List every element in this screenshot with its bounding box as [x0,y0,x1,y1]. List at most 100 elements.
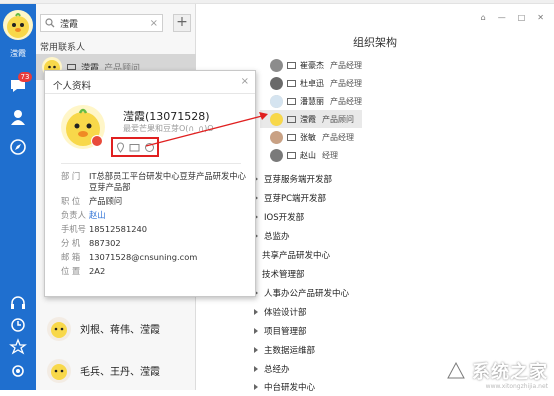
dept-label: 项目管理部 [264,327,307,337]
info-row-manager: 负责人 赵山 [61,210,251,221]
dept-item[interactable]: 总经办 [254,360,290,378]
profile-info: 部 门 IT总部员工平台研发中心豆芽产品研发中心豆芽产品部 职 位产品顾问 负责人… [61,171,251,280]
contacts-icon[interactable] [9,108,27,126]
add-button[interactable]: + [173,14,191,32]
section-frequent-contacts: 常用联系人 [40,43,86,53]
watermark-logo-icon [447,361,465,379]
dept-item[interactable]: 技术管理部 [262,265,305,283]
list-item[interactable]: 毛兵、王丹、滢霞 [36,352,196,388]
avatar [270,148,283,162]
person-role: 产品经理 [322,132,354,142]
info-key: 负责人 [61,210,86,220]
person-role: 产品经理 [330,78,362,88]
dept-item[interactable]: 项目管理部 [254,322,307,340]
person-name: 滢霞 [300,114,316,124]
computer-icon [287,151,296,159]
info-key: 手机号 [61,224,86,234]
avatar [270,130,283,144]
star-icon[interactable] [9,338,27,356]
dept-item[interactable]: 共享产品研发中心 [262,246,330,264]
computer-icon [287,133,296,141]
dept-item[interactable]: 体验设计部 [254,303,307,321]
user-avatar[interactable] [3,10,33,40]
profile-name: 滢霞(13071528) [123,110,210,123]
chat-unread-badge: 73 [18,72,32,82]
info-row-phone: 手机号 18512581240 [61,224,251,235]
settings-icon[interactable] [9,362,27,380]
dept-label: 人事办公产品研发中心 [264,289,350,299]
message-icon[interactable] [144,142,155,153]
person-name: 崔豪杰 [300,60,324,70]
dept-label: 中台研发中心 [264,383,316,393]
dept-label: 技术管理部 [262,270,305,280]
computer-icon [287,61,296,69]
dept-label: IOS开发部 [264,213,305,223]
group-avatar-icon [47,359,71,383]
dept-item[interactable]: 总监办 [254,227,290,245]
person-role: 产品经理 [330,96,362,106]
dept-label: 体验设计部 [264,308,307,318]
window-controls: ⌂ — □ ✕ [481,13,544,22]
maximize-icon[interactable]: □ [518,13,526,22]
org-title: 组织架构 [353,36,397,49]
org-person-row-selected[interactable]: 滢霞 产品顾问 [260,110,362,128]
discover-icon[interactable] [9,138,27,156]
group-label: 毛兵、王丹、滢霞 [80,366,160,378]
dept-item[interactable]: 中台研发中心 [254,378,315,396]
person-name: 张敏 [300,132,316,142]
dept-item[interactable]: 主数据运维部 [254,341,315,359]
minimize-icon[interactable]: — [498,13,506,22]
dept-item[interactable]: 豆芽服务端开发部 [254,170,332,188]
expand-arrow-icon [254,328,258,334]
info-row-title: 职 位产品顾问 [61,196,251,207]
watermark-text: 系统之家 [472,362,548,383]
watermark: 系统之家 [445,358,548,384]
status-badge [91,135,103,147]
avatar [270,94,283,108]
info-value: 13071528@cnsuning.com [89,252,198,262]
email-icon[interactable] [129,142,140,153]
info-value: IT总部员工平台研发中心豆芽产品研发中心豆芽产品部 [89,171,246,192]
org-person-row[interactable]: 赵山 经理 [270,146,338,164]
close-icon[interactable]: × [241,76,249,87]
info-key: 部 门 [61,171,81,181]
info-row-dept: 部 门 IT总部员工平台研发中心豆芽产品研发中心豆芽产品部 [61,171,251,193]
clock-icon[interactable] [9,316,27,334]
divider [45,93,255,94]
dept-item[interactable]: 豆芽PC端开发部 [254,189,326,207]
search-input[interactable]: 滢霞 × [40,14,163,32]
card-actions [111,137,159,157]
org-person-row[interactable]: 杜卓迅 产品经理 [270,74,362,92]
manager-link[interactable]: 赵山 [89,210,106,221]
expand-arrow-icon [254,347,258,353]
skin-icon[interactable]: ⌂ [481,13,486,22]
org-person-row[interactable]: 张敏 产品经理 [270,128,354,146]
info-key: 职 位 [61,196,81,206]
person-name: 杜卓迅 [300,78,324,88]
avatar [270,112,283,126]
dept-item[interactable]: 人事办公产品研发中心 [254,284,349,302]
org-person-row[interactable]: 崔豪杰 产品经理 [270,56,362,74]
info-value: 887302 [89,238,121,248]
search-icon [45,18,55,28]
list-item[interactable]: 刘根、蒋伟、滢霞 [36,310,196,346]
org-person-row[interactable]: 潘慧丽 产品经理 [270,92,362,110]
person-role: 产品顾问 [322,114,354,124]
clear-icon[interactable]: × [150,18,158,29]
profile-signature: 最爱芒果和豆芽O(∩_∩)O [123,124,214,133]
person-name: 赵山 [300,150,316,160]
person-role: 产品经理 [330,60,362,70]
close-icon[interactable]: ✕ [537,13,544,22]
left-rail: 滢霞 73 [0,4,36,390]
dept-item[interactable]: IOS开发部 [254,208,304,226]
location-icon[interactable] [115,141,126,153]
headset-icon[interactable] [9,294,27,312]
dept-label: 共享产品研发中心 [262,251,331,261]
avatar [270,58,283,72]
dept-label: 总监办 [264,232,290,242]
info-row-extension: 分 机 887302 [61,238,251,249]
info-row-location: 位 置 2A2 [61,266,251,277]
group-avatar-icon [47,317,71,341]
dept-label: 主数据运维部 [264,346,316,356]
dept-label: 豆芽服务端开发部 [264,175,333,185]
